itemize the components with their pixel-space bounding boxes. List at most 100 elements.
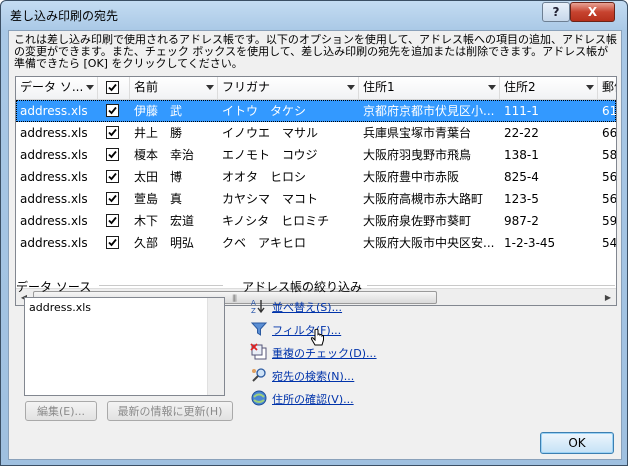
sort-link[interactable]: 並べ替え(S)... xyxy=(272,299,342,315)
cell-name: 木下 宏道 xyxy=(134,214,195,228)
cell-name: 井上 勝 xyxy=(134,126,183,140)
table-row[interactable]: address.xls 榎本 幸治 エノモト コウジ 大阪府羽曳野市飛鳥 138-1 58 xyxy=(16,144,616,166)
cell-kana: キノシタ ヒロミチ xyxy=(222,214,330,228)
cell-kana: イトウ タケシ xyxy=(222,104,307,118)
ok-button[interactable]: OK xyxy=(540,432,614,454)
edit-button[interactable]: 編集(E)... xyxy=(25,401,97,421)
cell-addr2: 1-2-3-45 xyxy=(504,236,556,250)
svg-text:A: A xyxy=(251,299,256,307)
help-button[interactable]: ? xyxy=(542,2,570,22)
recipient-checkbox[interactable] xyxy=(106,148,119,161)
dropdown-arrow-icon xyxy=(347,85,355,90)
recipient-checkbox[interactable] xyxy=(106,170,119,183)
cell-source: address.xls xyxy=(20,104,88,118)
col-header-kana[interactable]: フリガナ xyxy=(218,77,359,99)
grip-icon: ||| xyxy=(232,294,237,302)
dialog-window: 差し込み印刷の宛先 ? X これは差し込み印刷で使用されるアドレス帳です。以下の… xyxy=(0,0,628,466)
dropdown-arrow-icon xyxy=(586,85,594,90)
cell-addr1: 大阪府大阪市中央区安... xyxy=(363,236,495,250)
cell-addr2: 123-5 xyxy=(504,192,539,206)
datasource-label: データ ソース xyxy=(16,280,92,294)
cell-kana: カヤシマ マコト xyxy=(222,192,319,206)
checkmark-icon xyxy=(108,172,117,181)
cell-kana: クベ アキヒロ xyxy=(222,236,307,250)
col-header-address1[interactable]: 住所1 xyxy=(359,77,500,99)
cell-kana: エノモト コウジ xyxy=(222,148,318,162)
cell-name: 太田 博 xyxy=(134,170,183,184)
checkmark-icon xyxy=(108,238,117,247)
recipient-checkbox[interactable] xyxy=(106,104,119,117)
col-header-zip[interactable]: 郵便 xyxy=(598,77,616,99)
cell-addr2: 825-4 xyxy=(504,170,539,184)
col-header-datasource[interactable]: データ ソ... xyxy=(16,77,98,99)
checkbox-all[interactable] xyxy=(106,81,119,94)
window-title: 差し込み印刷の宛先 xyxy=(10,9,119,23)
cell-addr2: 22-22 xyxy=(504,126,539,140)
scroll-right-icon[interactable]: ▶ xyxy=(600,289,616,305)
validate-address-link[interactable]: 住所の確認(V)... xyxy=(272,391,354,407)
dropdown-arrow-icon xyxy=(488,85,496,90)
checkmark-icon xyxy=(108,128,117,137)
recipient-checkbox[interactable] xyxy=(106,236,119,249)
cell-name: 久部 明弘 xyxy=(134,236,195,250)
refine-label: アドレス帳の絞り込み xyxy=(242,280,363,294)
cell-source: address.xls xyxy=(20,236,88,250)
title-bar: 差し込み印刷の宛先 ? X xyxy=(1,1,627,29)
cell-source: address.xls xyxy=(20,192,88,206)
refine-divider xyxy=(367,285,615,287)
table-row[interactable]: address.xls 井上 勝 イノウエ マサル 兵庫県宝塚市青葉台 22-22 66 xyxy=(16,122,616,144)
find-recipient-link[interactable]: 宛先の検索(N)... xyxy=(272,368,354,384)
cell-kana: オオタ ヒロシ xyxy=(222,170,307,184)
duplicate-check-icon xyxy=(250,343,268,361)
cell-source: address.xls xyxy=(20,126,88,140)
cell-kana: イノウエ マサル xyxy=(222,126,319,140)
hand-cursor-icon xyxy=(309,328,327,346)
filter-icon xyxy=(250,320,268,338)
cell-name: 萱島 真 xyxy=(134,192,183,206)
col-header-address2[interactable]: 住所2 xyxy=(500,77,598,99)
recipient-table: データ ソ... 名前 フリガナ 住所1 住所2 郵便 address.xls 伊… xyxy=(15,76,617,306)
description-text: これは差し込み印刷で使用されるアドレス帳です。以下のオプションを使用して、アドレ… xyxy=(14,33,618,70)
table-header: データ ソ... 名前 フリガナ 住所1 住所2 郵便 xyxy=(16,77,616,100)
cell-addr1: 京都府京都市伏見区小... xyxy=(363,104,495,118)
recipient-checkbox[interactable] xyxy=(106,126,119,139)
cell-addr2: 138-1 xyxy=(504,148,539,162)
table-row[interactable]: address.xls 久部 明弘 クベ アキヒロ 大阪府大阪市中央区安... 1-2-… xyxy=(16,232,616,254)
datasource-list[interactable]: address.xls xyxy=(24,297,225,396)
datasource-divider xyxy=(99,285,223,287)
checkmark-icon xyxy=(108,106,117,115)
cell-zip: 61 xyxy=(602,104,617,118)
table-row[interactable]: address.xls 太田 博 オオタ ヒロシ 大阪府豊中市赤阪 825-4 56 xyxy=(16,166,616,188)
filter-link[interactable]: フィルタ(F)... xyxy=(272,322,341,338)
cell-zip: 58 xyxy=(602,148,617,162)
col-header-name[interactable]: 名前 xyxy=(130,77,218,99)
checkmark-icon xyxy=(108,194,117,203)
cell-name: 榎本 幸治 xyxy=(134,148,195,162)
recipient-checkbox[interactable] xyxy=(106,192,119,205)
find-recipient-icon xyxy=(250,366,268,384)
cell-zip: 56 xyxy=(602,192,617,206)
cell-zip: 56 xyxy=(602,170,617,184)
vertical-scrollbar[interactable] xyxy=(207,298,224,395)
dialog-body: これは差し込み印刷で使用されるアドレス帳です。以下のオプションを使用して、アドレ… xyxy=(8,30,622,460)
cell-addr1: 兵庫県宝塚市青葉台 xyxy=(363,126,472,140)
dropdown-arrow-icon xyxy=(206,85,214,90)
close-button[interactable]: X xyxy=(570,2,615,22)
sort-icon: AZ xyxy=(250,297,268,315)
table-row[interactable]: address.xls 萱島 真 カヤシマ マコト 大阪府高槻市赤大路町 123-5 56 xyxy=(16,188,616,210)
svg-text:Z: Z xyxy=(251,307,256,315)
refresh-button[interactable]: 最新の情報に更新(H) xyxy=(107,401,233,421)
cell-source: address.xls xyxy=(20,214,88,228)
checkmark-icon xyxy=(108,150,117,159)
cell-addr1: 大阪府羽曳野市飛鳥 xyxy=(363,148,472,162)
col-header-check[interactable] xyxy=(98,77,130,99)
cell-addr2: 111-1 xyxy=(504,104,539,118)
cell-addr1: 大阪府高槻市赤大路町 xyxy=(363,192,484,206)
datasource-list-item[interactable]: address.xls xyxy=(29,301,91,314)
validate-address-icon xyxy=(250,389,268,407)
table-row[interactable]: address.xls 木下 宏道 キノシタ ヒロミチ 大阪府泉佐野市葵町 987-2 5… xyxy=(16,210,616,232)
recipient-checkbox[interactable] xyxy=(106,214,119,227)
table-row[interactable]: address.xls 伊藤 武 イトウ タケシ 京都府京都市伏見区小... 111-1… xyxy=(16,100,616,122)
checkmark-icon xyxy=(108,83,117,92)
cell-addr2: 987-2 xyxy=(504,214,539,228)
